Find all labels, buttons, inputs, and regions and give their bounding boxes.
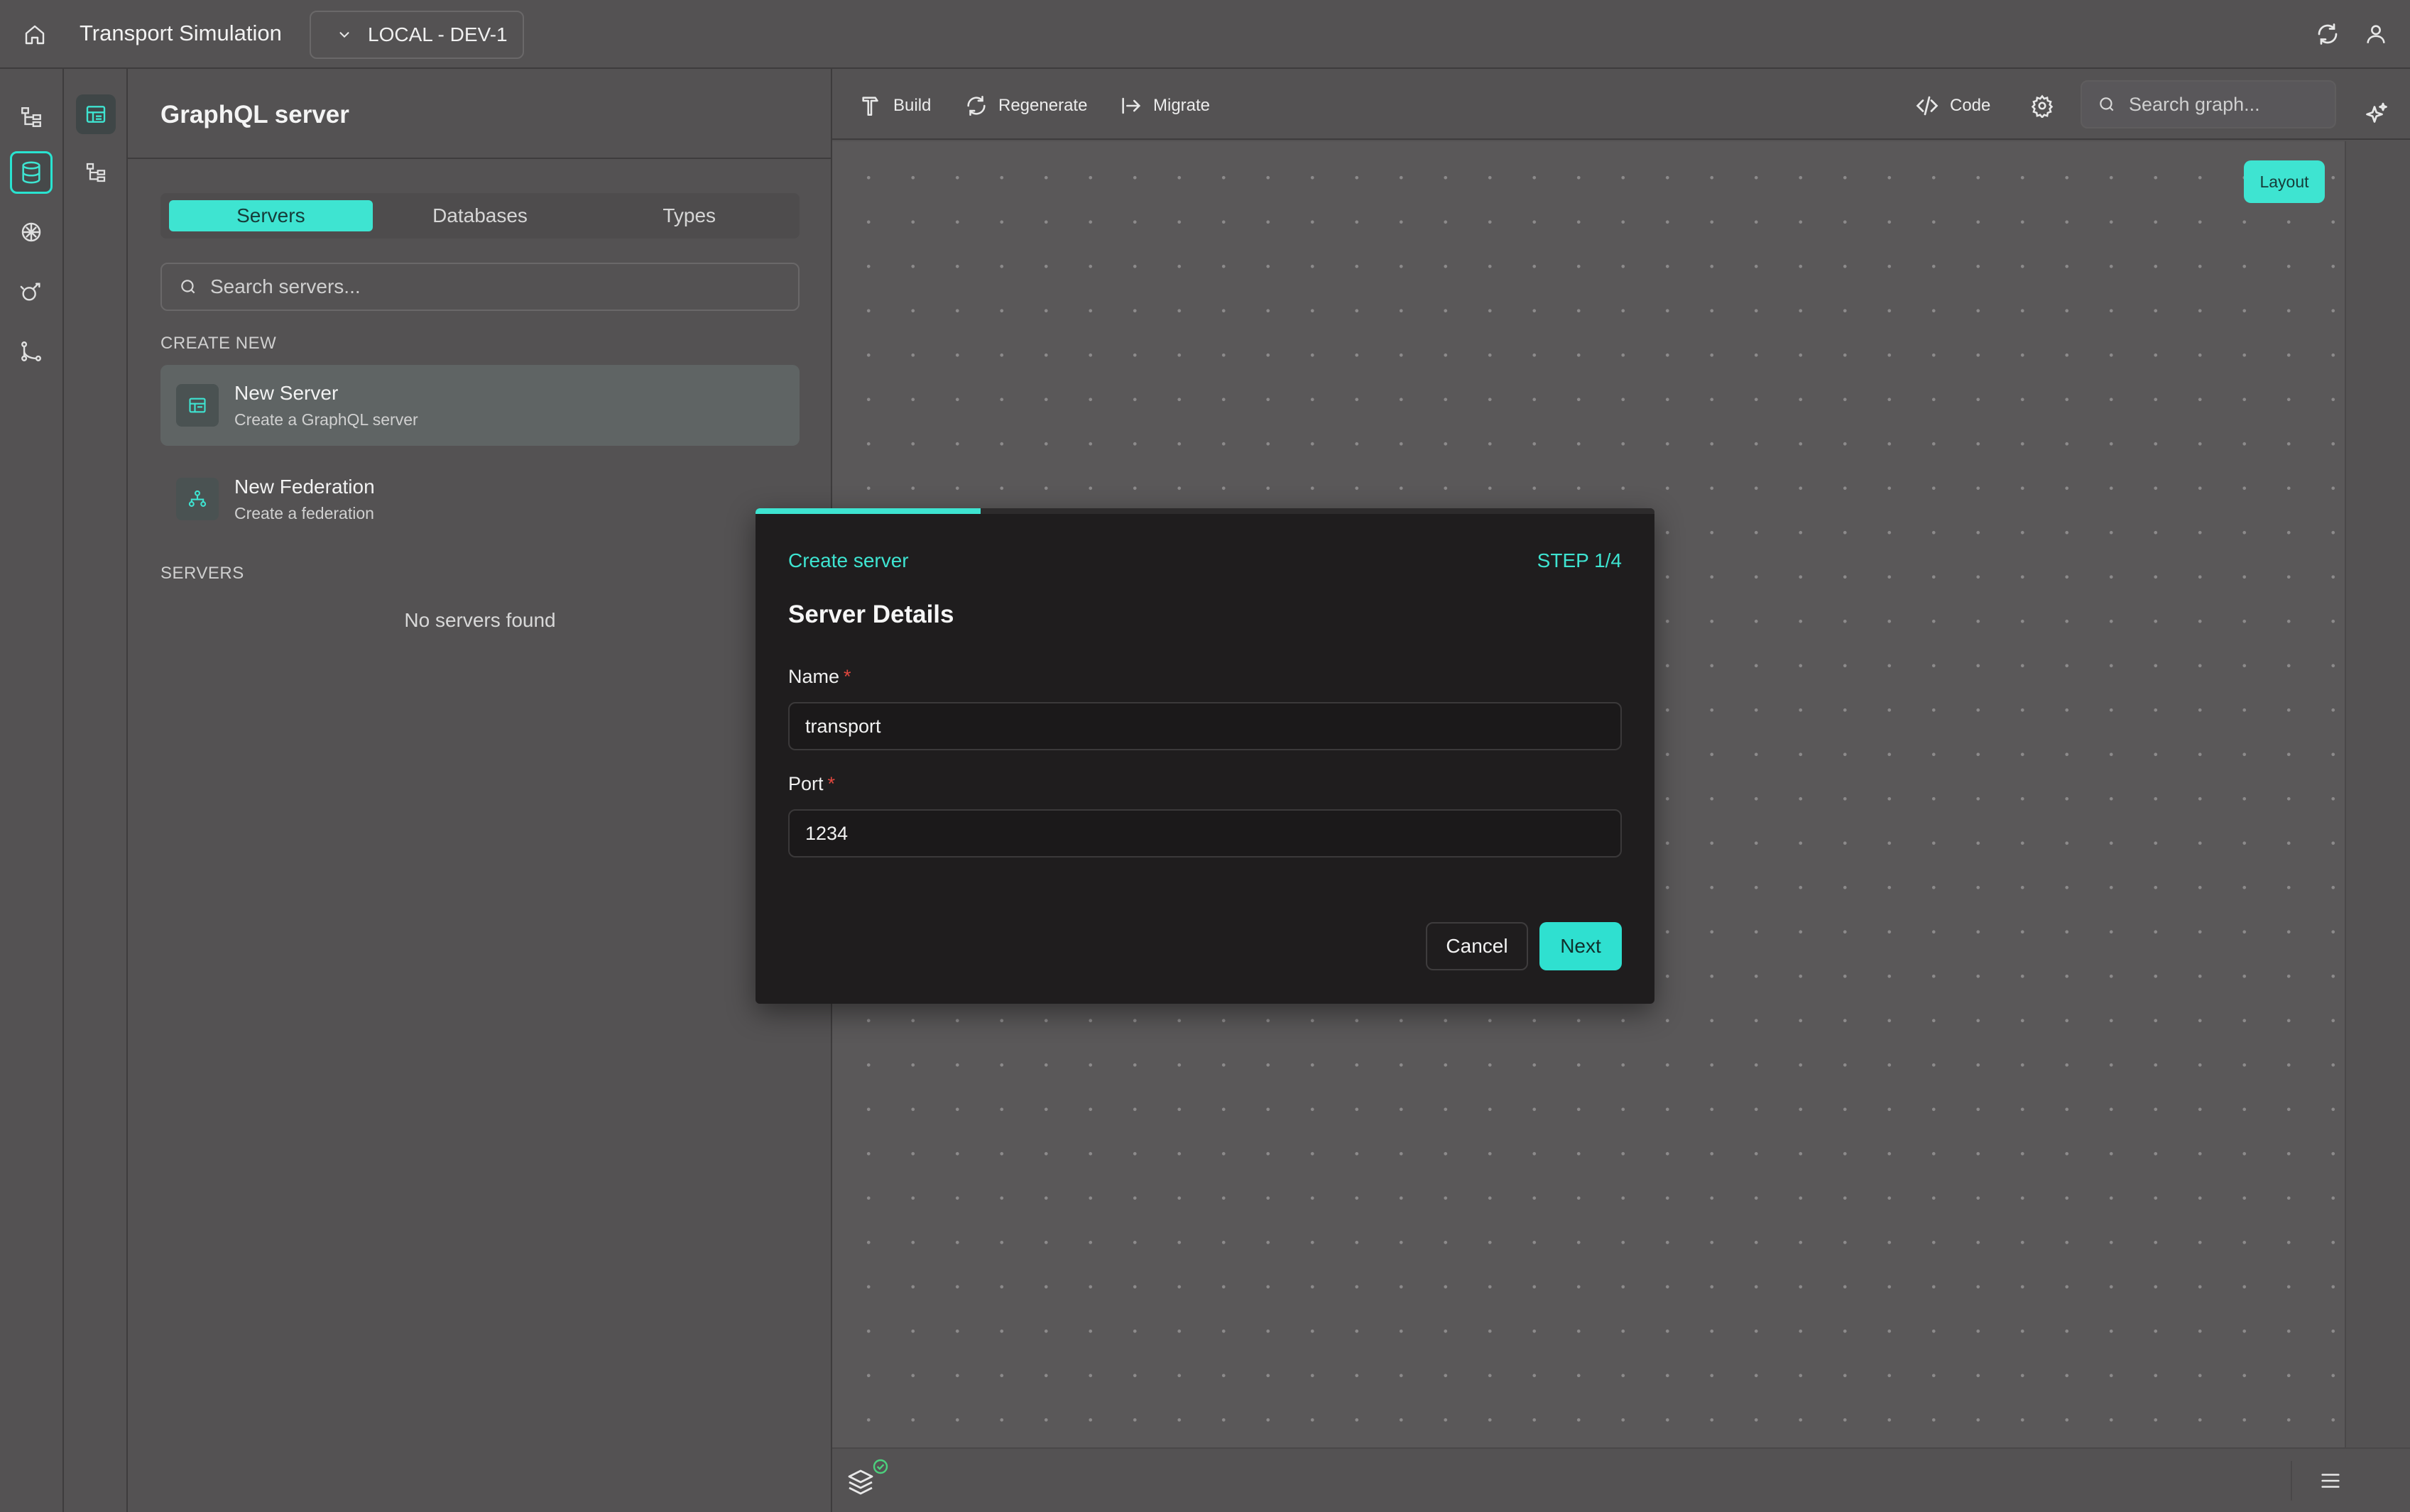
user-icon[interactable]: [2360, 18, 2392, 50]
create-server-dialog: Create server STEP 1/4 Server Details Na…: [756, 508, 1654, 1004]
new-federation-title: New Federation: [234, 475, 375, 498]
settings-icon[interactable]: [2028, 88, 2056, 124]
chevron-down-icon: [337, 27, 352, 43]
home-icon[interactable]: [18, 18, 51, 51]
build-label: Build: [893, 96, 932, 115]
canvas-right-strip: [2345, 141, 2410, 1447]
create-new-heading: CREATE NEW: [160, 334, 277, 353]
name-field[interactable]: [788, 702, 1622, 750]
search-icon: [179, 278, 197, 296]
search-graph-input[interactable]: [2129, 93, 2328, 116]
panel-tabs: Servers Databases Types: [160, 193, 800, 239]
server-icon: [176, 384, 219, 427]
cancel-button[interactable]: Cancel: [1426, 922, 1528, 970]
tab-servers[interactable]: Servers: [169, 200, 373, 231]
port-label-text: Port: [788, 773, 824, 794]
step-indicator: STEP 1/4: [1537, 549, 1622, 571]
dialog-eyebrow: Create server: [788, 549, 909, 571]
regenerate-button[interactable]: Regenerate: [964, 88, 1087, 124]
regenerate-label: Regenerate: [998, 96, 1088, 115]
federation-icon: [176, 478, 219, 520]
hierarchy-icon[interactable]: [76, 153, 116, 192]
new-federation-item[interactable]: New Federation Create a federation: [160, 459, 800, 539]
server-search-box: [160, 263, 800, 311]
divider: [128, 158, 831, 159]
sparkle-icon[interactable]: [2359, 97, 2394, 132]
new-server-item[interactable]: New Server Create a GraphQL server: [160, 365, 800, 446]
name-label-text: Name: [788, 666, 840, 687]
primary-nav-rail: [0, 69, 64, 1512]
empty-state: No servers found: [404, 609, 556, 631]
progress-bar: [756, 508, 981, 514]
dialog-title: Server Details: [788, 601, 954, 628]
layers-icon[interactable]: [846, 1457, 898, 1502]
git-branch-icon[interactable]: [10, 330, 53, 373]
code-icon: [1914, 93, 1940, 119]
schema-tree-icon[interactable]: [10, 96, 53, 138]
layout-button[interactable]: Layout: [2244, 160, 2325, 203]
port-field-label: Port *: [788, 773, 835, 795]
tab-databases[interactable]: Databases: [378, 200, 582, 231]
environment-select[interactable]: LOCAL - DEV-1: [310, 11, 524, 59]
hammer-icon: [859, 94, 883, 118]
next-button[interactable]: Next: [1539, 922, 1622, 970]
port-field[interactable]: [788, 809, 1622, 858]
database-icon[interactable]: [10, 151, 53, 194]
panel-title: GraphQL server: [160, 101, 349, 128]
brain-icon[interactable]: [10, 211, 53, 253]
build-button[interactable]: Build: [859, 88, 931, 124]
servers-heading: SERVERS: [160, 564, 244, 583]
code-button[interactable]: Code: [1914, 88, 1990, 124]
app-title: Transport Simulation: [80, 21, 282, 45]
migrate-label: Migrate: [1153, 96, 1211, 115]
code-label: Code: [1950, 96, 1991, 115]
graph-search-box: [2081, 80, 2336, 128]
search-icon: [2098, 95, 2116, 114]
name-field-label: Name *: [788, 666, 851, 688]
migrate-button[interactable]: Migrate: [1119, 88, 1210, 124]
environment-label: LOCAL - DEV-1: [368, 23, 508, 45]
new-server-title: New Server: [234, 381, 339, 404]
pipeline-icon[interactable]: [10, 270, 53, 313]
bottom-bar: [832, 1447, 2410, 1512]
migrate-icon: [1119, 94, 1143, 118]
required-marker: *: [827, 773, 836, 794]
secondary-nav-rail: [64, 69, 128, 1512]
required-marker: *: [844, 666, 851, 687]
server-list-icon[interactable]: [76, 94, 116, 134]
regenerate-icon: [964, 94, 988, 118]
new-server-subtitle: Create a GraphQL server: [234, 410, 418, 429]
tab-types[interactable]: Types: [587, 200, 791, 231]
refresh-icon[interactable]: [2312, 18, 2343, 50]
menu-icon[interactable]: [2291, 1461, 2355, 1501]
search-servers-input[interactable]: [210, 275, 764, 298]
new-federation-subtitle: Create a federation: [234, 503, 374, 522]
